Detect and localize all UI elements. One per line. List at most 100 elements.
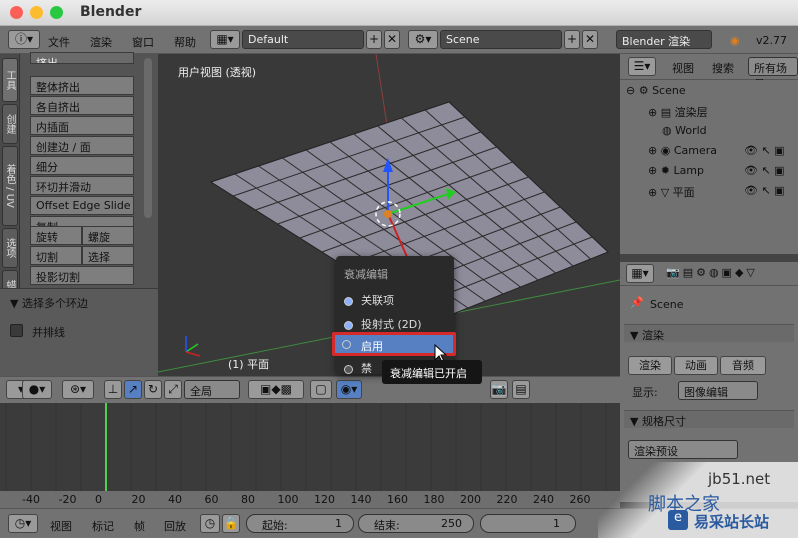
outliner-editor-icon[interactable]: ☰▾ bbox=[628, 57, 656, 76]
render-button[interactable]: 渲染 bbox=[628, 356, 672, 375]
display-select[interactable]: 图像编辑 bbox=[678, 381, 758, 400]
ruler-label: 80 bbox=[241, 493, 255, 506]
render-layers-tree-item[interactable]: ⊕ ▤ 渲染层 bbox=[648, 104, 708, 120]
scene-field[interactable]: Scene bbox=[440, 30, 562, 49]
tool-button[interactable]: 各自挤出 bbox=[30, 96, 134, 115]
camera-tree-item[interactable]: ⊕ ◉ Camera bbox=[648, 144, 717, 157]
ruler-label: 200 bbox=[460, 493, 481, 506]
area-split[interactable] bbox=[620, 254, 798, 262]
menu-file[interactable]: 文件 bbox=[48, 34, 70, 50]
tool-button[interactable]: 细分 bbox=[30, 156, 134, 175]
audio-button[interactable]: 音频 bbox=[720, 356, 766, 375]
close-window-button[interactable] bbox=[10, 6, 23, 19]
select-loops-title[interactable]: ▼ 选择多个环边 bbox=[10, 295, 88, 311]
transform-orientation-select[interactable]: 全局 bbox=[184, 380, 240, 399]
select-mode-icons[interactable]: ▣◆▩ bbox=[248, 380, 304, 399]
scene-icon[interactable]: ⚙▾ bbox=[408, 30, 438, 49]
menu-render[interactable]: 渲染 bbox=[90, 34, 112, 50]
outliner-menu-search[interactable]: 搜索 bbox=[712, 60, 734, 76]
translate-icon[interactable]: ↗ bbox=[124, 380, 142, 399]
properties-context-icons[interactable]: 📷▤⚙◍▣◆▽ bbox=[666, 266, 758, 279]
popup-item-disable[interactable]: 禁 bbox=[344, 360, 372, 376]
render-section-header[interactable]: ▼ 渲染 bbox=[624, 324, 794, 342]
ruler-label: 100 bbox=[277, 493, 299, 506]
outliner-display-select[interactable]: 所有场景 bbox=[748, 57, 798, 91]
add-layout-icon[interactable]: + bbox=[366, 30, 382, 49]
remove-layout-icon[interactable]: ✕ bbox=[384, 30, 400, 49]
plane-tree-item[interactable]: ⊕ ▽ 平面 bbox=[648, 184, 695, 200]
tab-shading-uv[interactable]: 着色 / UV bbox=[2, 146, 18, 226]
render-presets-select[interactable]: 渲染预设 bbox=[628, 440, 738, 459]
lock-icon[interactable]: 🔒 bbox=[222, 514, 240, 533]
keying-icon[interactable]: ◷ bbox=[200, 514, 220, 533]
camera-visibility-icon[interactable]: 👁 ↖ ▣ bbox=[744, 144, 785, 157]
properties-editor-icon[interactable]: ▦▾ bbox=[626, 264, 654, 283]
timeline-menu-frame[interactable]: 帧 bbox=[134, 518, 145, 534]
end-frame-value: 250 bbox=[441, 517, 462, 530]
ring-checkbox[interactable] bbox=[10, 324, 23, 337]
pivot-point-icon[interactable]: ⊛▾ bbox=[62, 380, 94, 399]
timeline-menu-marker[interactable]: 标记 bbox=[92, 518, 114, 534]
popup-item-connected[interactable]: 关联项 bbox=[344, 292, 394, 308]
tool-button[interactable]: Offset Edge Slide bbox=[30, 196, 134, 215]
proportional-editing-icon[interactable]: ◉▾ bbox=[336, 380, 362, 399]
tool-rotate-button[interactable]: 旋转 bbox=[30, 226, 82, 245]
ring-label: 并排线 bbox=[32, 326, 65, 339]
render-section-title: ▼ 渲染 bbox=[630, 329, 664, 342]
render-preview-icon[interactable]: 📷 bbox=[490, 380, 508, 399]
maximize-window-button[interactable] bbox=[50, 6, 63, 19]
timeline-area[interactable] bbox=[0, 403, 620, 491]
watermark-logo-icon: e bbox=[668, 510, 688, 530]
tool-button[interactable]: 整体挤出 bbox=[30, 76, 134, 95]
menu-help[interactable]: 帮助 bbox=[174, 34, 196, 50]
tool-spin-button[interactable]: 螺旋 bbox=[82, 226, 134, 245]
minimize-window-button[interactable] bbox=[30, 6, 43, 19]
outliner-menu-view[interactable]: 视图 bbox=[672, 60, 694, 76]
manipulator-icon[interactable]: ⊥ bbox=[104, 380, 122, 399]
layout-field[interactable]: Default bbox=[242, 30, 364, 49]
remove-scene-icon[interactable]: ✕ bbox=[582, 30, 598, 49]
tab-create[interactable]: 创建 bbox=[2, 104, 18, 144]
ruler-label: 180 bbox=[423, 493, 445, 506]
menu-window[interactable]: 窗口 bbox=[132, 34, 154, 50]
tool-knife-button[interactable]: 切割 bbox=[30, 246, 82, 265]
timeline-menu-playback[interactable]: 回放 bbox=[164, 518, 186, 534]
app-title: Blender bbox=[80, 4, 142, 20]
start-frame-field[interactable]: 起始: 1 bbox=[246, 514, 354, 533]
timeline-menu-view[interactable]: 视图 bbox=[50, 518, 72, 534]
scene-tree-item[interactable]: ⊖ ⚙ Scene bbox=[626, 84, 686, 97]
tool-button[interactable]: 创建边 / 面 bbox=[30, 136, 134, 155]
tool-button[interactable]: 环切并滑动 bbox=[30, 176, 134, 195]
lamp-tree-item[interactable]: ⊕ ✹ Lamp bbox=[648, 164, 704, 177]
render-anim-icon[interactable]: ▤ bbox=[512, 380, 530, 399]
shading-mode-icon[interactable]: ●▾ bbox=[22, 380, 52, 399]
tool-button[interactable]: 内插面 bbox=[30, 116, 134, 135]
timeline-editor-icon[interactable]: ◷▾ bbox=[8, 514, 38, 533]
scale-icon[interactable]: ⤢ bbox=[164, 380, 182, 399]
lamp-visibility-icon[interactable]: 👁 ↖ ▣ bbox=[744, 164, 785, 177]
tab-tools[interactable]: 工具 bbox=[2, 58, 18, 102]
outliner-header: ☰▾ 视图 搜索 所有场景 bbox=[620, 54, 798, 91]
dimensions-section-header[interactable]: ▼ 规格尺寸 bbox=[624, 410, 794, 428]
current-frame-field[interactable]: 1 bbox=[480, 514, 576, 533]
rotate-icon[interactable]: ↻ bbox=[144, 380, 162, 399]
end-frame-field[interactable]: 结束: 250 bbox=[358, 514, 474, 533]
editor-type-icon[interactable]: ⓘ▾ bbox=[8, 30, 40, 49]
plane-visibility-icon[interactable]: 👁 ↖ ▣ bbox=[744, 184, 785, 197]
render-engine-select[interactable]: Blender 渲染 bbox=[616, 30, 712, 49]
tab-options[interactable]: 选项 bbox=[2, 228, 18, 268]
tool-knife-project-button[interactable]: 投影切割 bbox=[30, 266, 134, 285]
current-frame-line[interactable] bbox=[105, 403, 107, 491]
animation-button[interactable]: 动画 bbox=[674, 356, 718, 375]
world-tree-item[interactable]: ◍ World bbox=[662, 124, 707, 137]
tool-select-button[interactable]: 选择 bbox=[82, 246, 134, 265]
frame-ruler[interactable]: -40 -20 0 20 40 60 80 100 120 140 160 180 200 220 240 2… bbox=[0, 491, 620, 508]
tool-button[interactable]: 挤出 bbox=[30, 52, 134, 64]
limit-selection-icon[interactable]: ▢ bbox=[310, 380, 332, 399]
add-scene-icon[interactable]: + bbox=[564, 30, 580, 49]
screen-layout-icon[interactable]: ▦▾ bbox=[210, 30, 240, 49]
popup-item-projected[interactable]: 投射式 (2D) bbox=[344, 316, 422, 332]
pin-icon[interactable]: 📌 bbox=[630, 296, 644, 309]
select-loops-panel: ▼ 选择多个环边 并排线 bbox=[0, 288, 158, 376]
tool-shelf-scrollbar[interactable] bbox=[144, 58, 152, 218]
